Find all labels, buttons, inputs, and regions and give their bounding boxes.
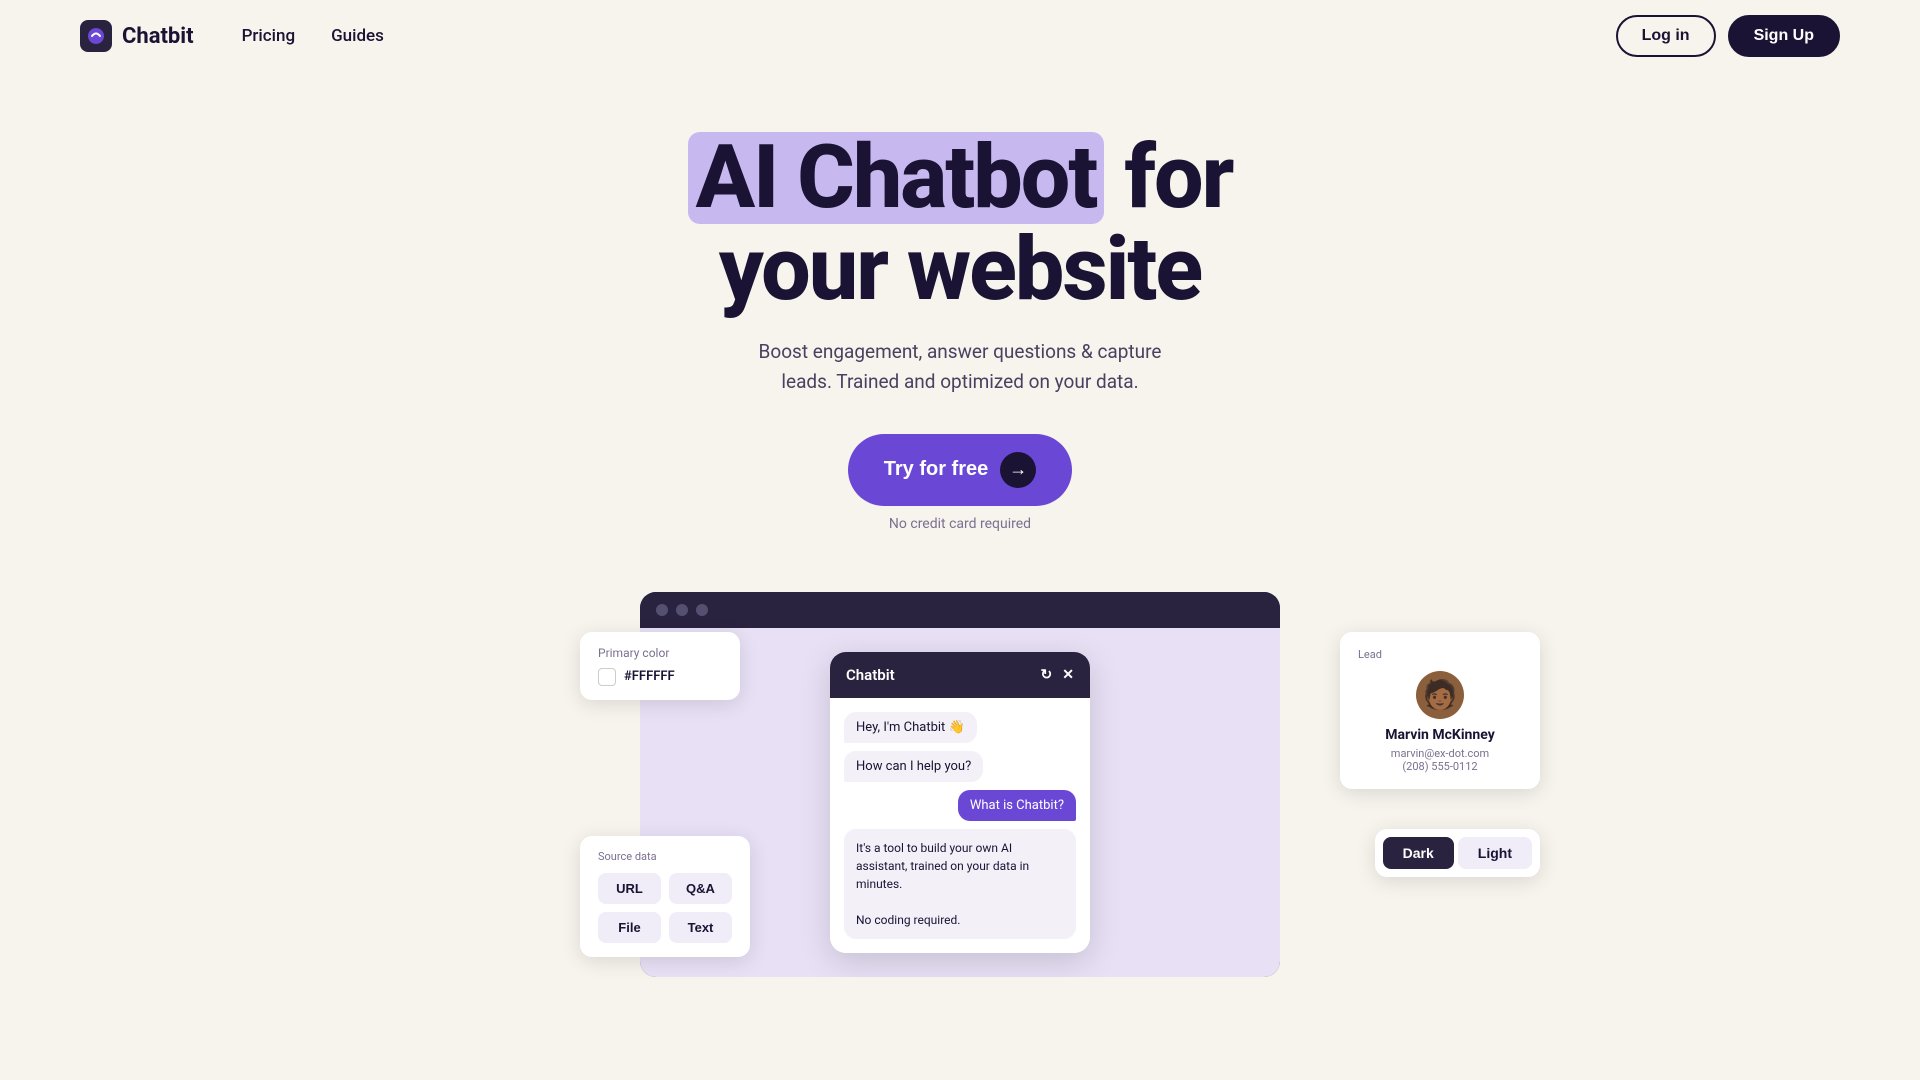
try-for-free-button[interactable]: Try for free → [848,434,1072,506]
hero-section: AI Chatbot for your website Boost engage… [0,72,1920,572]
navbar: Chatbit Pricing Guides Log in Sign Up [0,0,1920,72]
bot-help-bubble: How can I help you? [844,751,983,782]
source-qa-button[interactable]: Q&A [669,873,732,904]
arrow-icon: → [1000,452,1036,488]
refresh-icon[interactable]: ↻ [1041,667,1053,683]
chat-widget: Chatbit ↻ ✕ Hey, I'm Chatbit 👋 How can I… [830,652,1090,953]
hero-title: AI Chatbot for your website [20,132,1900,317]
theme-toggle-card: Dark Light [1375,829,1540,877]
chat-header-icons: ↻ ✕ [1041,667,1074,683]
dot-3 [696,604,708,616]
color-hex-value: #FFFFFF [624,669,675,684]
login-button[interactable]: Log in [1616,15,1716,57]
source-buttons: URL Q&A File Text [598,873,732,943]
lead-avatar: 🧑🏾 [1416,671,1464,719]
chat-header: Chatbit ↻ ✕ [830,652,1090,698]
user-question-bubble: What is Chatbit? [958,790,1076,821]
source-text-button[interactable]: Text [669,912,732,943]
close-icon[interactable]: ✕ [1062,667,1074,683]
logo-link[interactable]: Chatbit [80,20,194,52]
source-data-card: Source data URL Q&A File Text [580,836,750,957]
primary-color-label: Primary color [598,646,722,660]
bot-answer-bubble: It's a tool to build your own AI assista… [844,829,1076,939]
dot-2 [676,604,688,616]
nav-right: Log in Sign Up [1616,15,1840,57]
swatch-box [598,668,616,686]
lead-phone: (208) 555-0112 [1358,760,1522,773]
dot-1 [656,604,668,616]
nav-links: Pricing Guides [242,26,384,46]
signup-button[interactable]: Sign Up [1728,15,1840,57]
lead-name: Marvin McKinney [1358,727,1522,743]
color-swatch: #FFFFFF [598,668,722,686]
logo-icon [80,20,112,52]
bot-greeting-bubble: Hey, I'm Chatbit 👋 [844,712,977,743]
dark-theme-button[interactable]: Dark [1383,837,1454,869]
hero-subtitle: Boost engagement, answer questions & cap… [20,337,1900,398]
lead-label: Lead [1358,648,1522,661]
chat-body: Hey, I'm Chatbit 👋 How can I help you? W… [830,698,1090,953]
hero-title-highlight: AI Chatbot [688,132,1105,224]
no-credit-card-text: No credit card required [889,516,1031,532]
logo-text: Chatbit [122,24,194,49]
source-data-label: Source data [598,850,732,863]
demo-section: Source data URL Q&A File Text Primary co… [0,572,1920,977]
primary-color-card: Primary color #FFFFFF [580,632,740,700]
source-file-button[interactable]: File [598,912,661,943]
chat-title: Chatbit [846,666,895,684]
source-url-button[interactable]: URL [598,873,661,904]
nav-guides[interactable]: Guides [331,26,384,46]
lead-card: Lead 🧑🏾 Marvin McKinney marvin@ex-dot.co… [1340,632,1540,789]
nav-left: Chatbit Pricing Guides [80,20,384,52]
lead-email: marvin@ex-dot.com [1358,747,1522,760]
nav-pricing[interactable]: Pricing [242,26,296,46]
hero-cta: Try for free → No credit card required [20,434,1900,532]
light-theme-button[interactable]: Light [1458,837,1532,869]
browser-bar [640,592,1280,628]
